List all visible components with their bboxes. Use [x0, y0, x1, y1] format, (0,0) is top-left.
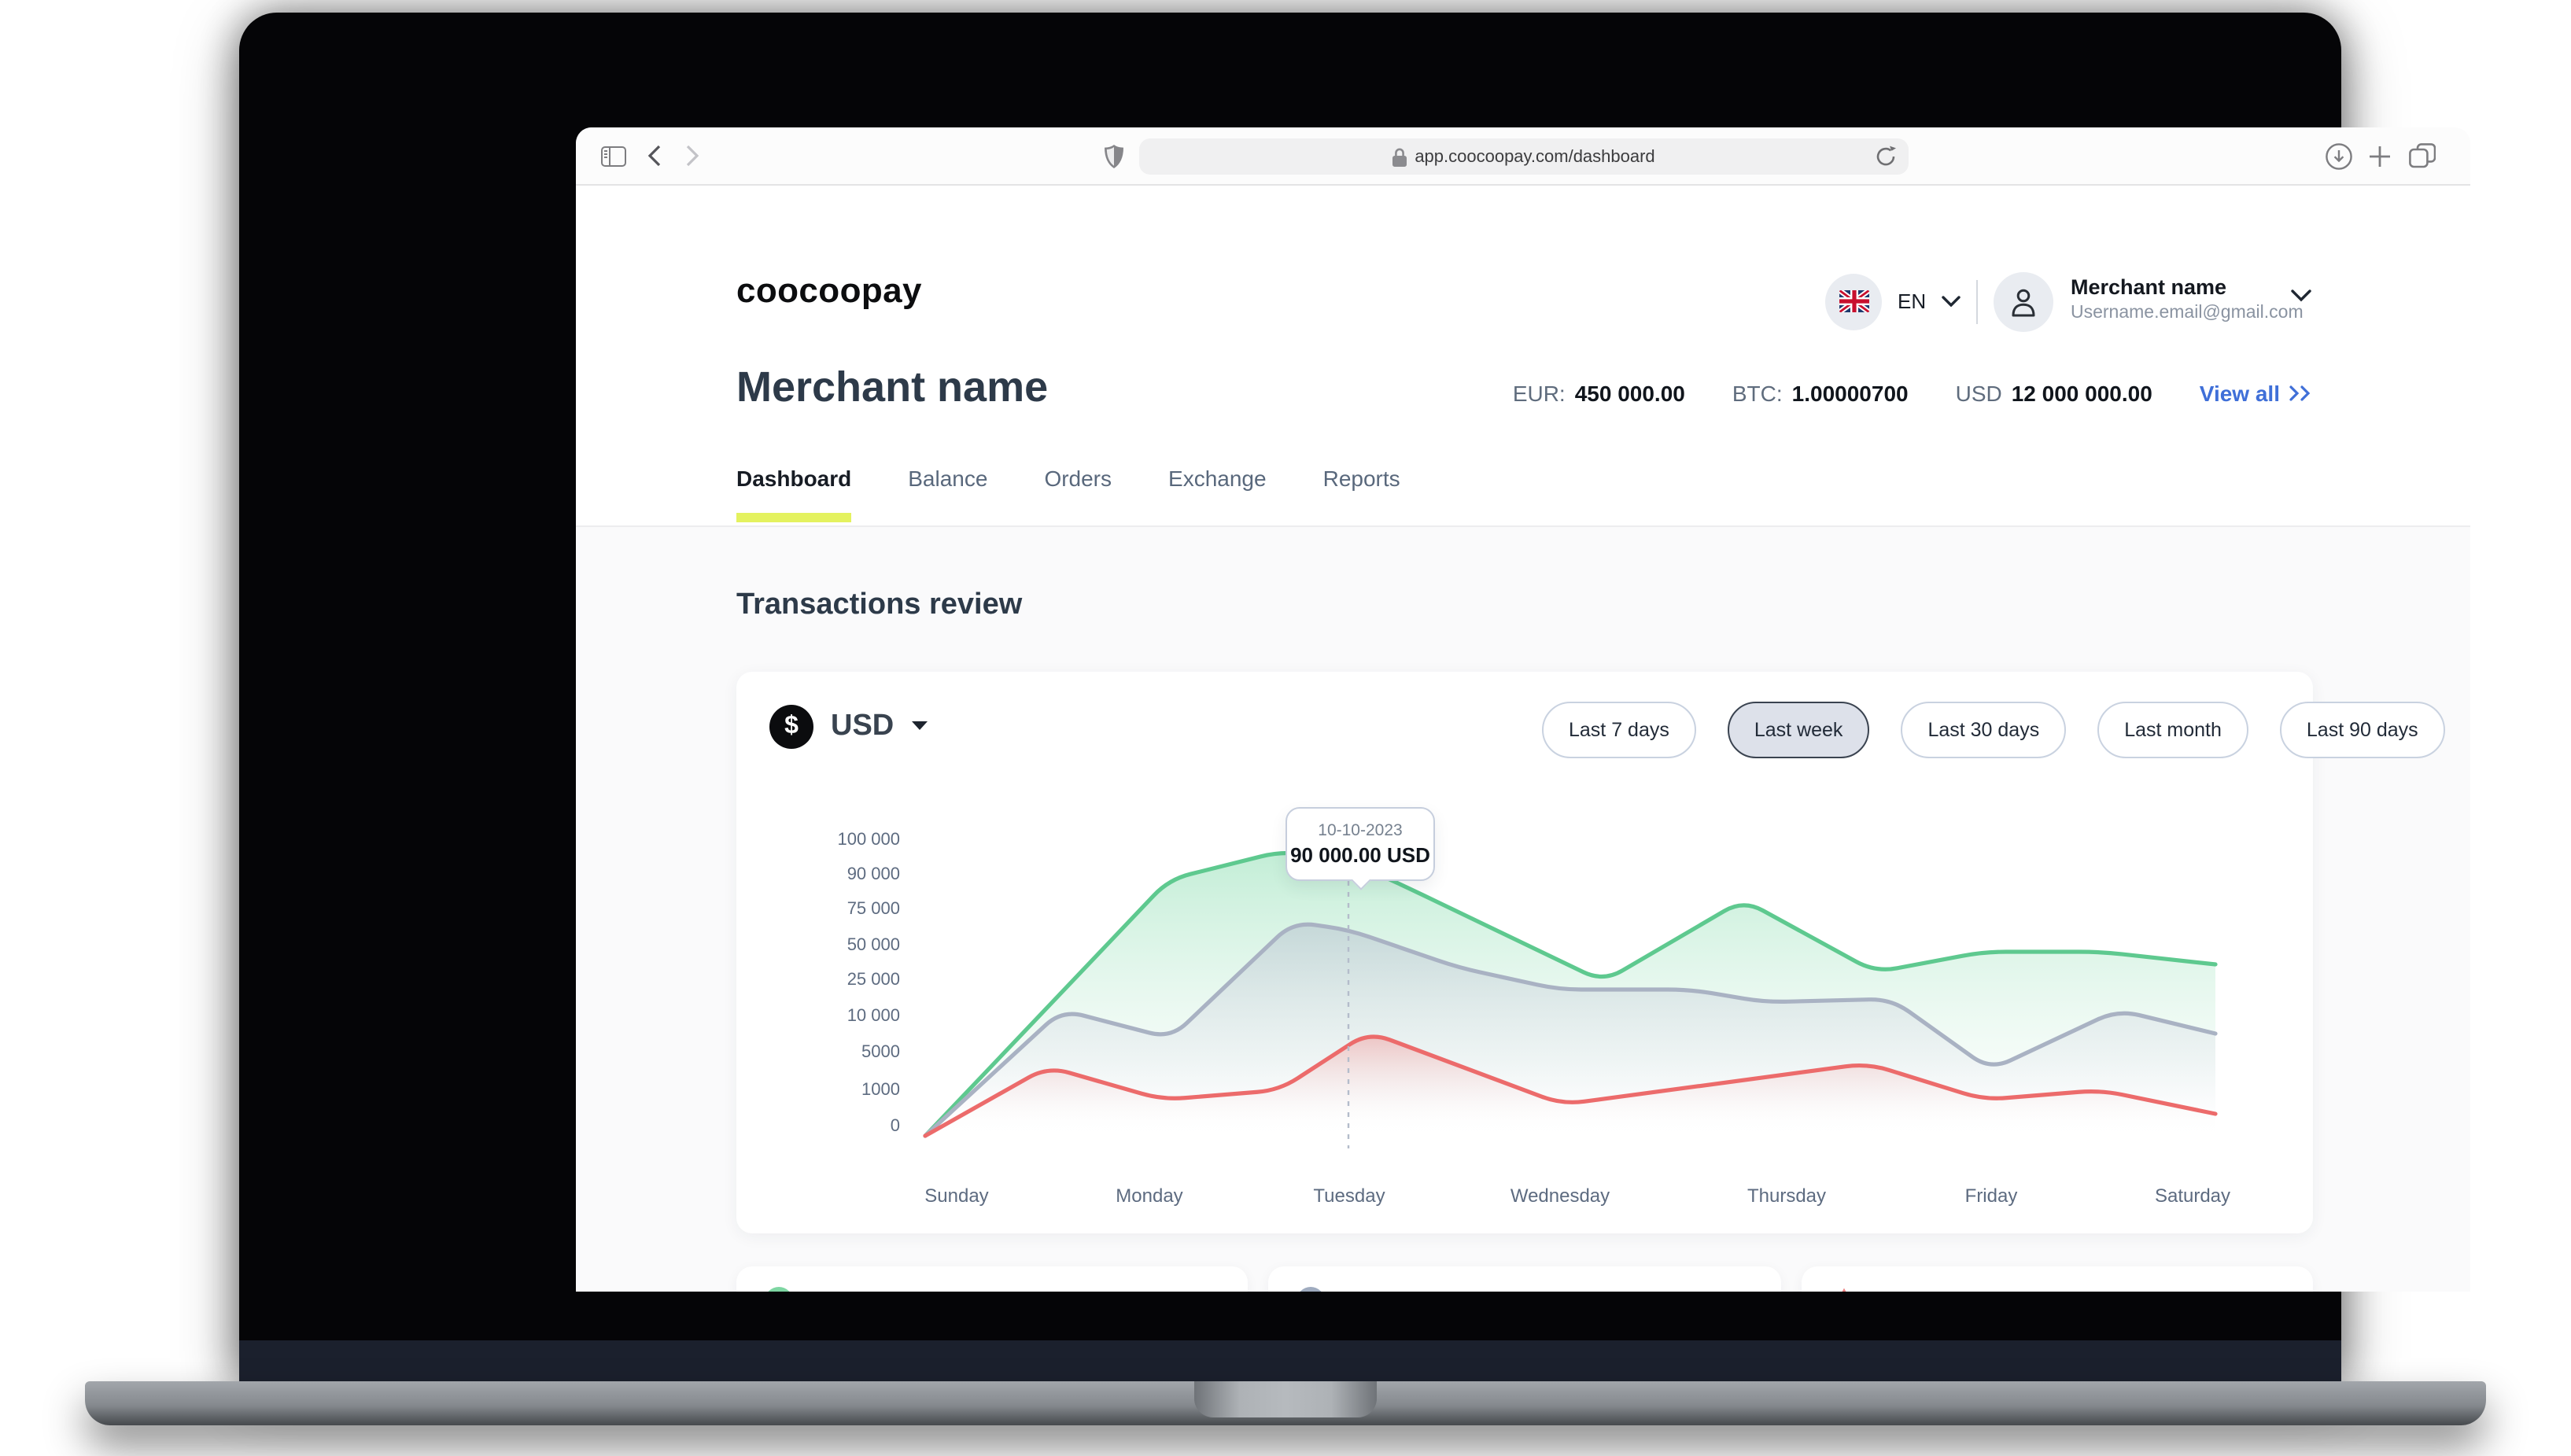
double-chevron-right-icon	[2289, 385, 2313, 400]
canceled-label: Canceled	[1341, 1288, 1436, 1291]
check-circle-icon	[765, 1286, 793, 1291]
y-axis-label: 0	[806, 1116, 900, 1135]
user-menu[interactable]: Merchant name Username.email@gmail.com	[1994, 271, 2304, 331]
section-title: Transactions review	[736, 588, 1022, 622]
x-axis-label: Tuesday	[1278, 1184, 1420, 1206]
x-axis-label: Wednesday	[1489, 1184, 1631, 1206]
tooltip-date: 10-10-2023	[1318, 820, 1402, 839]
balance-btc: BTC:1.00000700	[1732, 380, 1909, 405]
tooltip-value: 90 000.00 USD	[1290, 842, 1430, 866]
x-axis-label: Thursday	[1716, 1184, 1857, 1206]
laptop-mockup: app.coocoopay.com/dashboard c	[0, 0, 2571, 1456]
y-axis-label: 75 000	[806, 900, 900, 919]
summary-cards-row: Completed 3 020 000.01 USD Canceled 250 …	[736, 1266, 2313, 1291]
completed-card: Completed 3 020 000.01 USD	[736, 1266, 1249, 1291]
coocoopay-logo: coocoopay	[736, 270, 922, 311]
y-axis-label: 100 000	[806, 830, 900, 849]
y-axis-label: 1000	[806, 1080, 900, 1099]
canceled-card: Canceled 250 000.01 USD	[1269, 1266, 1781, 1291]
balance-eur: EUR:450 000.00	[1513, 380, 1685, 405]
forward-button-icon[interactable]	[686, 127, 700, 185]
view-all-link[interactable]: View all	[2200, 380, 2313, 405]
shield-icon[interactable]	[1105, 127, 1123, 185]
tab-orders[interactable]: Orders	[1044, 465, 1112, 512]
user-avatar-icon	[1994, 271, 2053, 331]
browser-window: app.coocoopay.com/dashboard c	[576, 127, 2470, 1291]
back-button-icon[interactable]	[647, 127, 661, 185]
url-bar[interactable]: app.coocoopay.com/dashboard	[1139, 138, 1909, 175]
rejected-card: Rejected 750.00 USD	[1801, 1266, 2313, 1291]
transactions-chart-card: $ USD Last 7 days Last week Last 30 days…	[736, 671, 2313, 1233]
x-axis-label: Sunday	[886, 1184, 1027, 1206]
download-icon[interactable]	[2326, 127, 2352, 185]
user-name: Merchant name	[2071, 275, 2304, 298]
uk-flag-icon	[1825, 273, 1882, 330]
sidebar-toggle-icon[interactable]	[601, 127, 626, 185]
tab-balance[interactable]: Balance	[908, 465, 987, 512]
y-axis-label: 90 000	[806, 864, 900, 883]
language-code: EN	[1898, 289, 1926, 313]
y-axis-label: 10 000	[806, 1007, 900, 1026]
new-tab-icon[interactable]	[2368, 127, 2392, 185]
user-email: Username.email@gmail.com	[2071, 303, 2304, 322]
x-circle-icon	[1297, 1286, 1326, 1291]
tab-exchange[interactable]: Exchange	[1168, 465, 1267, 512]
tab-overview-icon[interactable]	[2409, 127, 2436, 185]
x-axis-label: Monday	[1079, 1184, 1220, 1206]
y-axis-label: 50 000	[806, 935, 900, 954]
url-text: app.coocoopay.com/dashboard	[1415, 147, 1654, 166]
completed-label: Completed	[809, 1288, 919, 1291]
chevron-down-icon	[1942, 296, 1961, 307]
x-axis-label: Saturday	[2122, 1184, 2263, 1206]
y-axis-label: 25 000	[806, 971, 900, 990]
reload-icon[interactable]	[1876, 145, 1896, 168]
dashboard-page: coocoopay EN Merchant name Username	[576, 185, 2470, 1291]
user-chevron-down-icon[interactable]	[2291, 289, 2311, 301]
warning-triangle-icon	[1829, 1286, 1857, 1291]
language-selector[interactable]: EN	[1825, 273, 1961, 330]
header-divider	[1976, 279, 1978, 323]
lock-icon	[1392, 147, 1407, 166]
laptop-screen: app.coocoopay.com/dashboard c	[239, 13, 2341, 1381]
laptop-notch	[1194, 1381, 1377, 1417]
balance-usd: USD12 000 000.00	[1956, 380, 2152, 405]
chart-tooltip: 10-10-2023 90 000.00 USD	[1286, 806, 1435, 880]
laptop-hinge	[239, 1340, 2341, 1381]
nav-tabs: Dashboard Balance Orders Exchange Report…	[736, 465, 1400, 512]
page-title: Merchant name	[736, 363, 1048, 411]
browser-chrome: app.coocoopay.com/dashboard	[576, 127, 2470, 185]
tab-reports[interactable]: Reports	[1323, 465, 1400, 512]
rejected-label: Rejected	[1873, 1288, 1962, 1291]
x-axis-label: Friday	[1920, 1184, 2062, 1206]
area-chart	[736, 671, 2313, 1233]
tab-dashboard[interactable]: Dashboard	[736, 465, 851, 512]
y-axis-label: 5000	[806, 1043, 900, 1062]
balances-row: EUR:450 000.00 BTC:1.00000700 USD12 000 …	[1513, 380, 2313, 405]
